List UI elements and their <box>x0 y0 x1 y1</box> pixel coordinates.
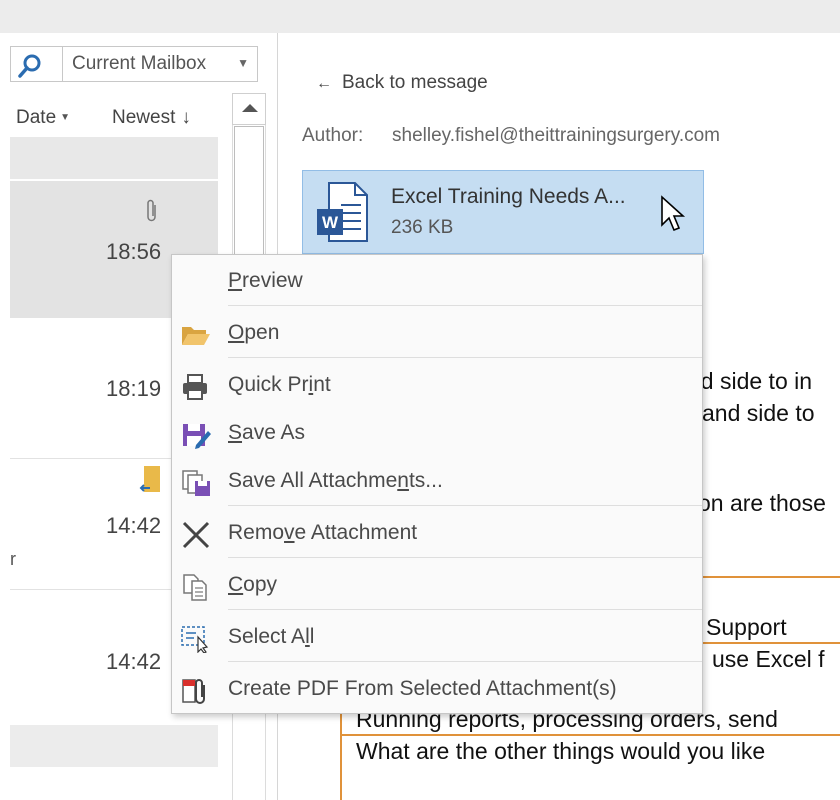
back-label: Back to message <box>342 72 488 93</box>
body-text-line: and side to <box>702 400 815 426</box>
menu-separator <box>228 505 702 506</box>
list-item-time: 18:19 <box>106 376 162 401</box>
list-group-header <box>10 137 218 179</box>
menu-separator <box>228 661 702 662</box>
sort-order-toggle[interactable]: Newest ↓ <box>112 107 191 129</box>
sort-by-date[interactable]: Date ▼ <box>16 107 70 129</box>
search-icon <box>18 54 41 78</box>
list-item-time: 14:42 <box>106 649 162 674</box>
body-text-line: use Excel f <box>712 646 825 672</box>
menu-item-label: Copy <box>228 573 278 596</box>
search-button[interactable] <box>10 46 62 82</box>
folder-open-icon <box>182 327 210 345</box>
body-text-line: on are those <box>698 490 826 516</box>
list-item-preview-fragment: r <box>10 549 16 569</box>
menu-separator <box>228 609 702 610</box>
body-text-line: What are the other things would you like <box>356 738 766 764</box>
printer-icon <box>183 374 207 400</box>
menu-separator <box>228 557 702 558</box>
menu-item-save-all-attachments[interactable]: Save All Attachments... <box>172 457 702 507</box>
copy-icon <box>183 574 207 601</box>
remove-x-icon <box>182 521 210 549</box>
menu-separator <box>228 357 702 358</box>
menu-item-save-as[interactable]: Save As <box>172 409 702 459</box>
menu-item-label: Preview <box>228 269 303 292</box>
menu-item-remove-attachment[interactable]: Remove Attachment <box>172 509 702 559</box>
list-item-time: 18:56 <box>106 239 162 264</box>
back-arrow-icon: ← <box>316 75 332 92</box>
menu-item-label: Quick Print <box>228 373 331 396</box>
body-text-line: nd side to in <box>688 368 813 394</box>
attachment-size: 236 KB <box>391 217 454 238</box>
attachment-item[interactable]: W Excel Training Needs A... 236 KB <box>302 170 704 254</box>
menu-item-create-pdf[interactable]: Create PDF From Selected Attachment(s) <box>172 665 702 715</box>
chevron-down-icon: ▼ <box>60 112 71 123</box>
pdf-attach-icon <box>182 679 205 704</box>
sort-order-label: Newest <box>112 107 176 128</box>
svg-text:W: W <box>322 213 339 232</box>
table-border <box>703 642 840 644</box>
sort-by-label: Date <box>16 107 57 128</box>
chevron-down-icon: ▼ <box>237 56 249 70</box>
menu-item-label: Select All <box>228 625 315 648</box>
top-strip <box>0 0 840 33</box>
menu-item-label: Save As <box>228 421 306 444</box>
sort-arrow-icon: ↓ <box>181 107 191 128</box>
scrollbar-up-arrow[interactable] <box>232 93 266 125</box>
list-item[interactable] <box>10 725 218 767</box>
table-border <box>703 576 840 578</box>
menu-item-copy[interactable]: Copy <box>172 561 702 611</box>
word-doc-icon: W <box>317 182 368 242</box>
table-border <box>340 712 342 800</box>
menu-item-preview[interactable]: Preview <box>172 257 702 307</box>
save-as-icon <box>183 424 211 449</box>
author-label: Author: <box>302 125 364 146</box>
menu-item-label: Remove Attachment <box>228 521 418 544</box>
paperclip-icon <box>147 199 156 222</box>
attachment-name: Excel Training Needs A... <box>391 185 626 208</box>
search-scope-label: Current Mailbox <box>72 53 207 74</box>
body-text-line: r Support <box>692 614 787 640</box>
search-scope-dropdown[interactable]: Current Mailbox ▼ <box>62 46 258 82</box>
menu-item-select-all[interactable]: Select All <box>172 613 702 663</box>
select-all-icon <box>181 626 209 653</box>
list-item-time: 14:42 <box>106 513 162 538</box>
mouse-cursor-icon <box>661 195 686 232</box>
back-to-message-link[interactable]: ← Back to message <box>316 72 488 94</box>
menu-item-open[interactable]: Open <box>172 309 702 359</box>
menu-separator <box>228 305 702 306</box>
menu-item-quick-print[interactable]: Quick Print <box>172 361 702 411</box>
menu-item-label: Create PDF From Selected Attachment(s) <box>228 677 617 700</box>
save-all-icon <box>182 470 210 496</box>
table-border <box>340 734 840 736</box>
attachment-context-menu: Preview Open Quick Print Save As Save Al… <box>171 254 703 714</box>
meeting-response-icon <box>139 466 160 492</box>
menu-item-label: Open <box>228 321 280 344</box>
author-email[interactable]: shelley.fishel@theittrainingsurgery.com <box>392 125 720 147</box>
menu-item-label: Save All Attachments... <box>228 469 443 492</box>
